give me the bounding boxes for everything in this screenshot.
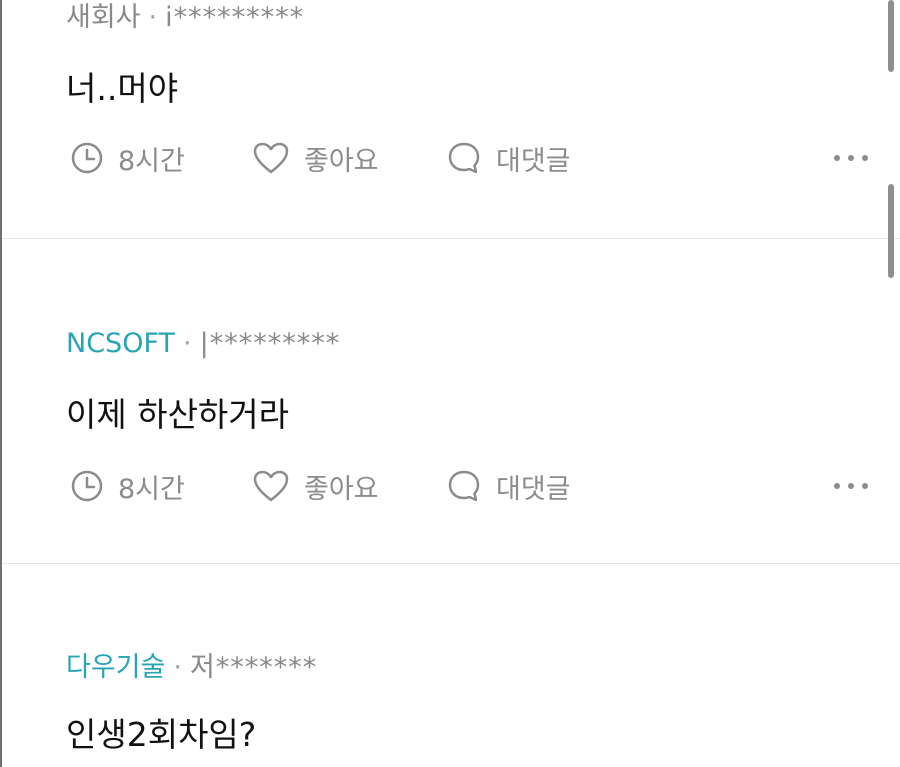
comment-divider (2, 563, 900, 564)
timestamp-label: 8시간 (118, 473, 185, 505)
timestamp: 8시간 (70, 466, 185, 506)
scrollbar-thumb[interactable] (888, 184, 894, 278)
more-options-button[interactable] (834, 148, 868, 168)
comment-list-screen: 새회사 · i********* 너..머야 8시간 좋아요 대댓글 NCSOF… (0, 0, 900, 767)
timestamp-label: 8시간 (118, 145, 185, 177)
comment-item: 다우기술 · 저******* 인생2회차임? (66, 650, 880, 767)
scrollbar-thumb[interactable] (888, 0, 894, 72)
comment-text: 인생2회차임? (66, 715, 257, 754)
heart-icon (253, 470, 289, 502)
comment-meta: 다우기술 · 저******* (66, 650, 317, 686)
reply-label: 대댓글 (496, 145, 571, 177)
like-label: 좋아요 (304, 145, 379, 177)
company-name[interactable]: NCSOFT (66, 328, 175, 359)
like-button[interactable]: 좋아요 (252, 138, 379, 178)
comment-meta: 새회사 · i********* (66, 0, 304, 36)
speech-bubble-icon (448, 470, 480, 502)
comment-divider (2, 238, 900, 239)
meta-separator: · (148, 2, 158, 33)
comment-item: 새회사 · i********* 너..머야 8시간 좋아요 대댓글 (66, 0, 880, 238)
author-id: i********* (165, 2, 305, 33)
like-label: 좋아요 (304, 473, 379, 505)
clock-icon (71, 142, 103, 174)
meta-separator: · (183, 328, 192, 359)
meta-separator: · (173, 652, 182, 683)
company-name[interactable]: 새회사 (66, 2, 141, 33)
more-dots-icon (834, 483, 840, 489)
more-dots-icon (834, 155, 840, 161)
more-options-button[interactable] (834, 476, 868, 496)
speech-bubble-icon (448, 142, 480, 174)
reply-button[interactable]: 대댓글 (446, 466, 571, 506)
comment-item: NCSOFT · |********* 이제 하산하거라 8시간 좋아요 대댓글 (66, 326, 880, 564)
author-id: 저******* (189, 652, 318, 683)
comment-actions: 8시간 좋아요 대댓글 (66, 138, 880, 178)
reply-button[interactable]: 대댓글 (446, 138, 571, 178)
comment-text: 이제 하산하거라 (66, 395, 290, 434)
company-name[interactable]: 다우기술 (66, 652, 165, 683)
clock-icon (71, 470, 103, 502)
heart-icon (253, 142, 289, 174)
author-id: |********* (199, 328, 341, 359)
like-button[interactable]: 좋아요 (252, 466, 379, 506)
comment-text: 너..머야 (66, 69, 179, 108)
timestamp: 8시간 (70, 138, 185, 178)
reply-label: 대댓글 (496, 473, 571, 505)
comment-meta: NCSOFT · |********* (66, 326, 340, 362)
comment-actions: 8시간 좋아요 대댓글 (66, 466, 880, 506)
